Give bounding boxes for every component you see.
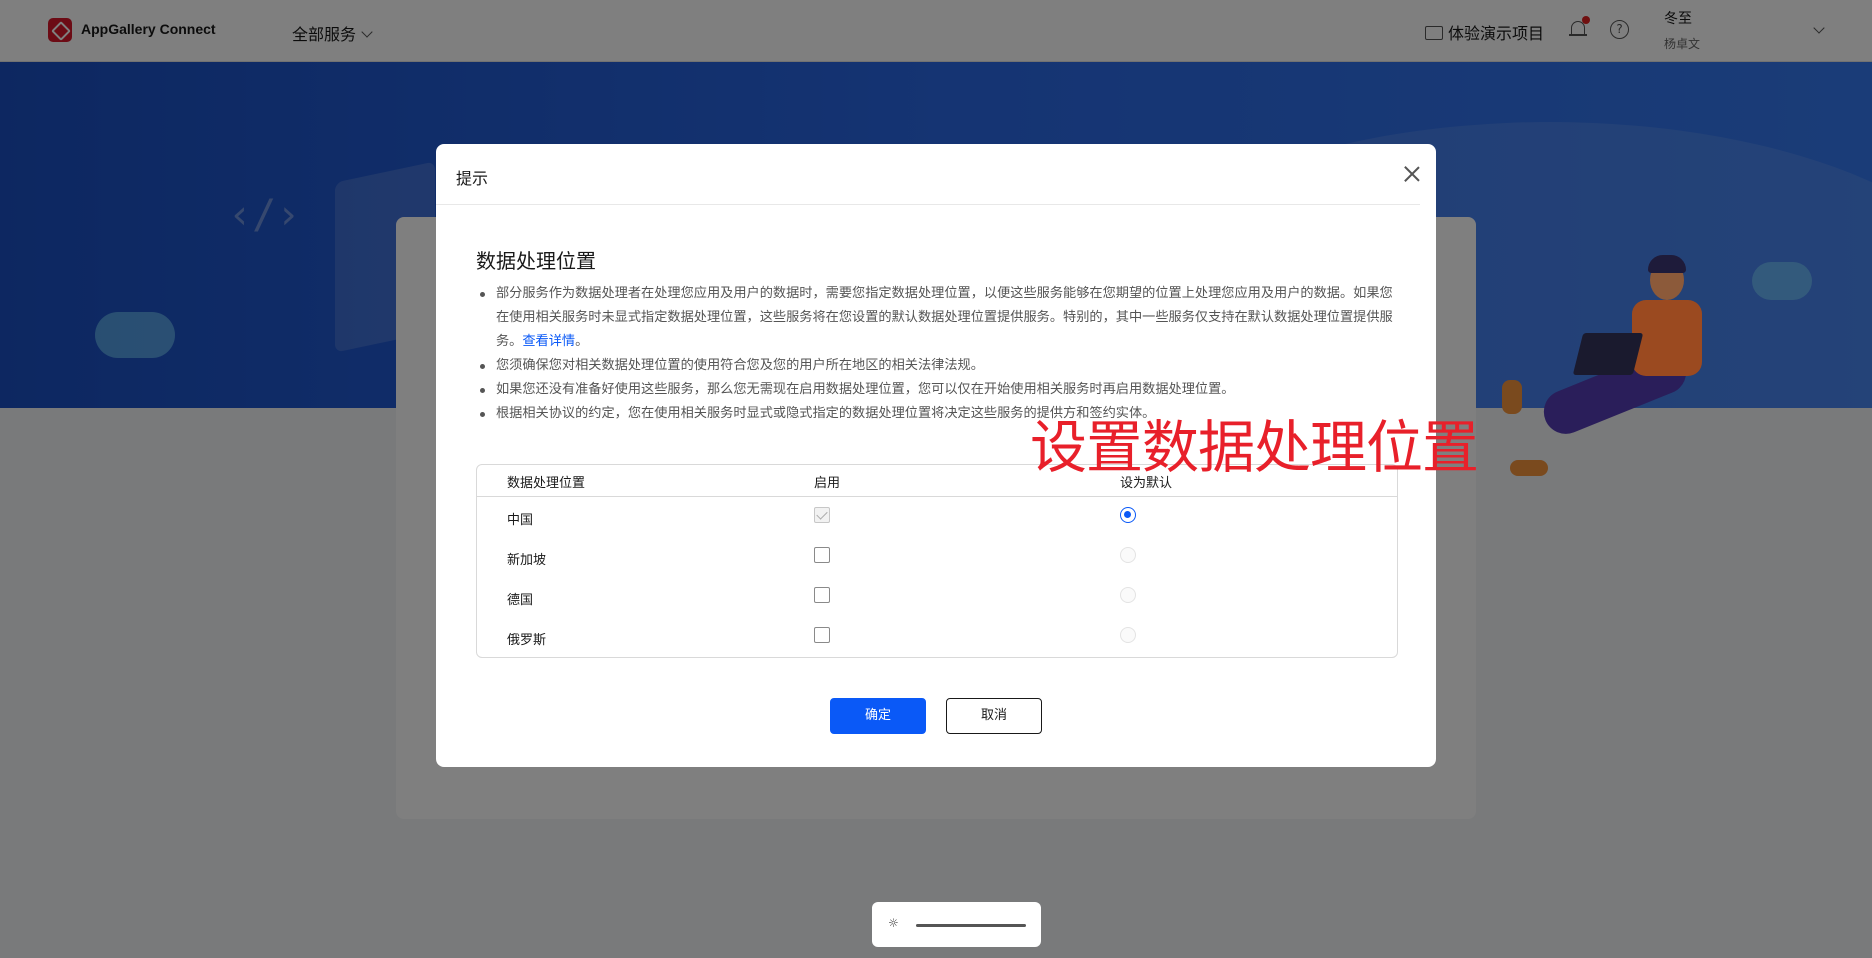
- data-location-table: 数据处理位置 启用 设为默认 中国 新加坡 德国 俄罗斯: [476, 464, 1398, 658]
- dialog-title: 提示: [456, 169, 489, 188]
- person-with-laptop-illustration: [1500, 255, 1730, 495]
- enable-checkbox[interactable]: [814, 627, 830, 643]
- table-row: 中国: [477, 497, 1397, 537]
- location-name: 中国: [507, 513, 534, 528]
- enable-checkbox: [814, 507, 830, 523]
- brightness-slider[interactable]: [916, 924, 1026, 927]
- annotation-label: 设置数据处理位置: [1030, 415, 1479, 481]
- location-name: 俄罗斯: [507, 633, 547, 648]
- default-radio: [1120, 587, 1136, 603]
- table-row: 俄罗斯: [477, 617, 1397, 657]
- close-icon[interactable]: [1402, 164, 1422, 184]
- column-header-enable: 启用: [814, 476, 841, 491]
- default-radio: [1120, 547, 1136, 563]
- brightness-control: ☼: [872, 902, 1041, 947]
- default-radio[interactable]: [1120, 507, 1136, 523]
- section-title: 数据处理位置: [476, 249, 596, 273]
- cancel-button[interactable]: 取消: [946, 698, 1042, 734]
- location-name: 德国: [507, 593, 534, 608]
- dialog-divider: [436, 204, 1420, 205]
- notice-item: 部分服务作为数据处理者在处理您应用及用户的数据时，需要您指定数据处理位置，以便这…: [476, 282, 1396, 354]
- notice-item: 如果您还没有准备好使用这些服务，那么您无需现在启用数据处理位置，您可以仅在开始使…: [476, 378, 1396, 402]
- view-details-link[interactable]: 查看详情: [522, 334, 575, 349]
- table-row: 德国: [477, 577, 1397, 617]
- enable-checkbox[interactable]: [814, 547, 830, 563]
- column-header-location: 数据处理位置: [507, 476, 586, 491]
- enable-checkbox[interactable]: [814, 587, 830, 603]
- sun-icon: ☼: [888, 916, 899, 930]
- notice-text-end: 。: [575, 334, 589, 349]
- data-location-dialog: 提示 数据处理位置 部分服务作为数据处理者在处理您应用及用户的数据时，需要您指定…: [436, 144, 1479, 767]
- confirm-button[interactable]: 确定: [830, 698, 926, 734]
- default-radio: [1120, 627, 1136, 643]
- location-name: 新加坡: [507, 553, 547, 568]
- notice-item: 您须确保您对相关数据处理位置的使用符合您及您的用户所在地区的相关法律法规。: [476, 354, 1396, 378]
- notice-text: 部分服务作为数据处理者在处理您应用及用户的数据时，需要您指定数据处理位置，以便这…: [496, 286, 1393, 349]
- table-row: 新加坡: [477, 537, 1397, 577]
